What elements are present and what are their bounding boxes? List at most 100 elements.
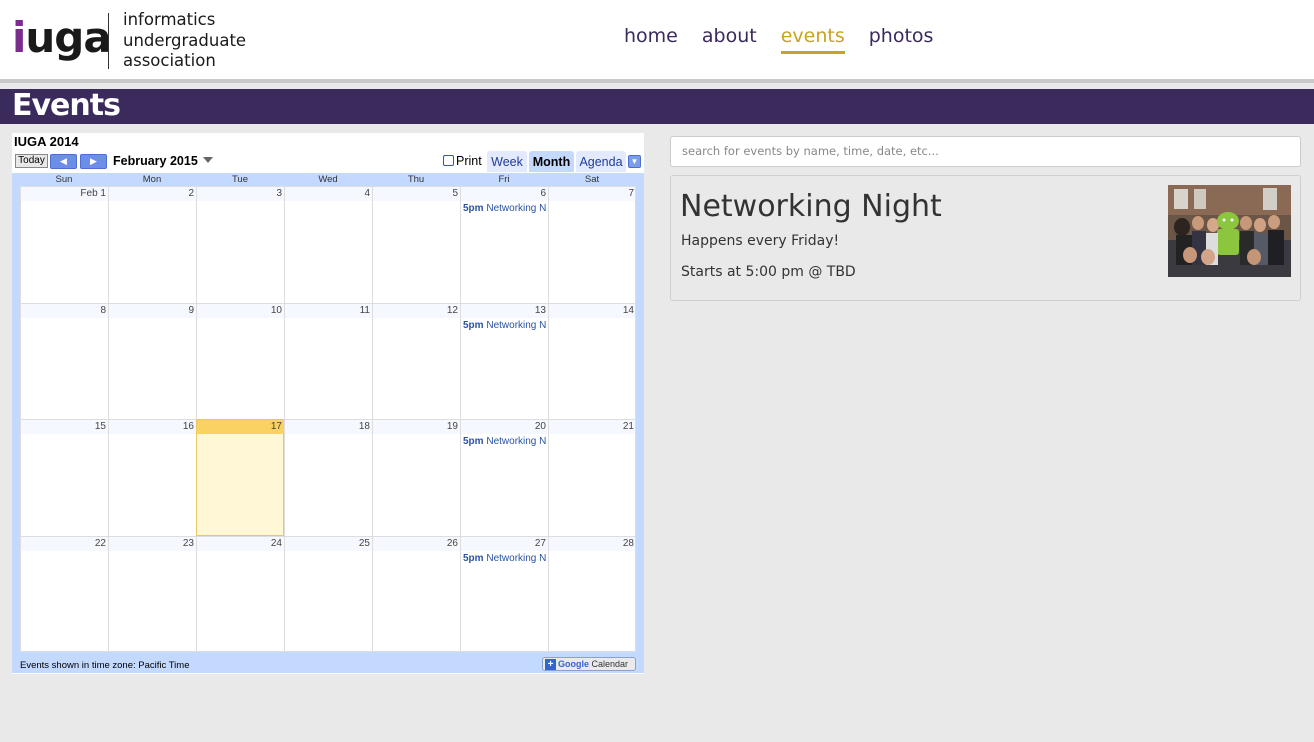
day-number[interactable]: 11 [285, 303, 372, 318]
day-number[interactable]: 24 [197, 536, 284, 551]
calendar-day[interactable]: 15 [20, 419, 108, 536]
calendar-title: IUGA 2014 [14, 134, 79, 149]
calendar-event[interactable]: 5pm Networking N [463, 203, 547, 214]
day-number[interactable]: Feb 1 [21, 187, 108, 201]
weekday-label: Fri [498, 174, 510, 185]
day-number[interactable]: 16 [109, 420, 196, 434]
day-number[interactable]: 12 [373, 303, 460, 318]
calendar-day[interactable]: 14 [548, 302, 636, 419]
day-number[interactable]: 18 [285, 420, 372, 434]
calendar-toolbar: Today ◀ ▶ February 2015 Print Week Month… [12, 151, 644, 173]
weekday-label: Tue [231, 174, 249, 185]
dropdown-arrow-icon[interactable]: ▼ [628, 155, 641, 168]
logo-divider [108, 13, 109, 69]
event-card[interactable]: Networking Night Happens every Friday! S… [670, 175, 1301, 301]
calendar-day-today[interactable]: 17 [196, 419, 284, 536]
day-number[interactable]: 4 [285, 187, 372, 201]
tab-agenda[interactable]: Agenda [576, 151, 626, 172]
day-number[interactable]: 17 [197, 420, 284, 434]
event-time: 5pm [463, 319, 484, 331]
calendar-event[interactable]: 5pm Networking N [463, 553, 547, 564]
calendar-day[interactable]: 2 [108, 186, 196, 303]
calendar-day[interactable]: 10 [196, 302, 284, 419]
calendar-day[interactable]: 19 [372, 419, 460, 536]
day-number[interactable]: 9 [109, 303, 196, 318]
calendar-day[interactable]: 5 [372, 186, 460, 303]
weekday-label: Sun [55, 174, 73, 185]
day-number[interactable]: 25 [285, 536, 372, 551]
chevron-down-icon[interactable] [203, 157, 213, 163]
weekday-label: Thu [407, 174, 425, 185]
calendar-day[interactable]: 9 [108, 302, 196, 419]
day-number[interactable]: 20 [461, 420, 548, 434]
tab-week[interactable]: Week [487, 151, 527, 172]
month-label[interactable]: February 2015 [113, 154, 198, 168]
day-number[interactable]: 2 [109, 187, 196, 201]
add-to-google-calendar-button[interactable]: + Google Calendar [542, 657, 636, 671]
nav-about[interactable]: about [702, 24, 757, 54]
calendar-day[interactable]: 23 [108, 535, 196, 652]
tab-month[interactable]: Month [529, 151, 574, 172]
prev-month-button[interactable]: ◀ [50, 154, 77, 169]
print-button[interactable]: Print [443, 154, 482, 168]
grid-border [20, 651, 636, 652]
calendar-day[interactable]: 28 [548, 535, 636, 652]
calendar-day[interactable]: 24 [196, 535, 284, 652]
calendar-day[interactable]: 26 [372, 535, 460, 652]
calendar-body: Sun Mon Tue Wed Thu Fri Sat Feb 1 2 3 4 5 6 5pm Netw… [12, 173, 644, 673]
plus-icon: + [545, 659, 556, 670]
day-number[interactable]: 27 [461, 536, 548, 551]
logo-wordmark: informatics undergraduate association [123, 10, 247, 70]
weekday-label: Wed [318, 174, 338, 185]
event-label: Networking N [486, 552, 547, 564]
day-number[interactable]: 8 [21, 303, 108, 318]
event-search-input[interactable]: search for events by name, time, date, e… [670, 136, 1301, 167]
weekday-header: Sun Mon Tue Wed Thu Fri Sat [20, 173, 636, 186]
calendar-day[interactable]: 27 5pm Networking N [460, 535, 548, 652]
page-title-band: Events [0, 88, 1314, 124]
today-button[interactable]: Today [15, 154, 48, 168]
calendar-day[interactable]: 4 [284, 186, 372, 303]
day-number[interactable]: 19 [373, 420, 460, 434]
calendar-day[interactable]: 22 [20, 535, 108, 652]
timezone-note: Events shown in time zone: Pacific Time [20, 660, 190, 671]
nav-events[interactable]: events [780, 24, 845, 54]
nav-photos[interactable]: photos [869, 24, 934, 54]
event-time: 5pm [463, 436, 484, 447]
calendar-day[interactable]: Feb 1 [20, 186, 108, 303]
next-month-button[interactable]: ▶ [80, 154, 107, 169]
event-time: 5pm [463, 203, 484, 214]
google-calendar-embed: IUGA 2014 Today ◀ ▶ February 2015 Print … [12, 133, 644, 674]
calendar-day[interactable]: 7 [548, 186, 636, 303]
day-number[interactable]: 15 [21, 420, 108, 434]
logo[interactable]: iuga [12, 14, 112, 62]
day-number[interactable]: 6 [461, 187, 548, 201]
day-number[interactable]: 22 [21, 536, 108, 551]
calendar-day[interactable]: 12 [372, 302, 460, 419]
day-number[interactable]: 7 [549, 187, 636, 201]
month-grid: Feb 1 2 3 4 5 6 5pm Networking N 7 8 9 10 11 12 13 5pm… [20, 186, 636, 652]
calendar-day[interactable]: 8 [20, 302, 108, 419]
calendar-event[interactable]: 5pm Networking N [463, 320, 547, 331]
chevron-right-icon: ▶ [90, 156, 97, 166]
calendar-day[interactable]: 3 [196, 186, 284, 303]
calendar-event[interactable]: 5pm Networking N [463, 436, 547, 447]
day-number[interactable]: 14 [549, 303, 636, 318]
calendar-day[interactable]: 21 [548, 419, 636, 536]
day-number[interactable]: 23 [109, 536, 196, 551]
calendar-day[interactable]: 20 5pm Networking N [460, 419, 548, 536]
calendar-day[interactable]: 13 5pm Networking N [460, 302, 548, 419]
day-number[interactable]: 13 [461, 303, 548, 318]
calendar-day[interactable]: 25 [284, 535, 372, 652]
day-number[interactable]: 5 [373, 187, 460, 201]
day-number[interactable]: 3 [197, 187, 284, 201]
day-number[interactable]: 10 [197, 303, 284, 318]
day-number[interactable]: 26 [373, 536, 460, 551]
day-number[interactable]: 21 [549, 420, 636, 434]
calendar-day[interactable]: 16 [108, 419, 196, 536]
day-number[interactable]: 28 [549, 536, 636, 551]
calendar-day[interactable]: 11 [284, 302, 372, 419]
nav-home[interactable]: home [624, 24, 678, 54]
calendar-day[interactable]: 18 [284, 419, 372, 536]
calendar-day[interactable]: 6 5pm Networking N [460, 186, 548, 303]
